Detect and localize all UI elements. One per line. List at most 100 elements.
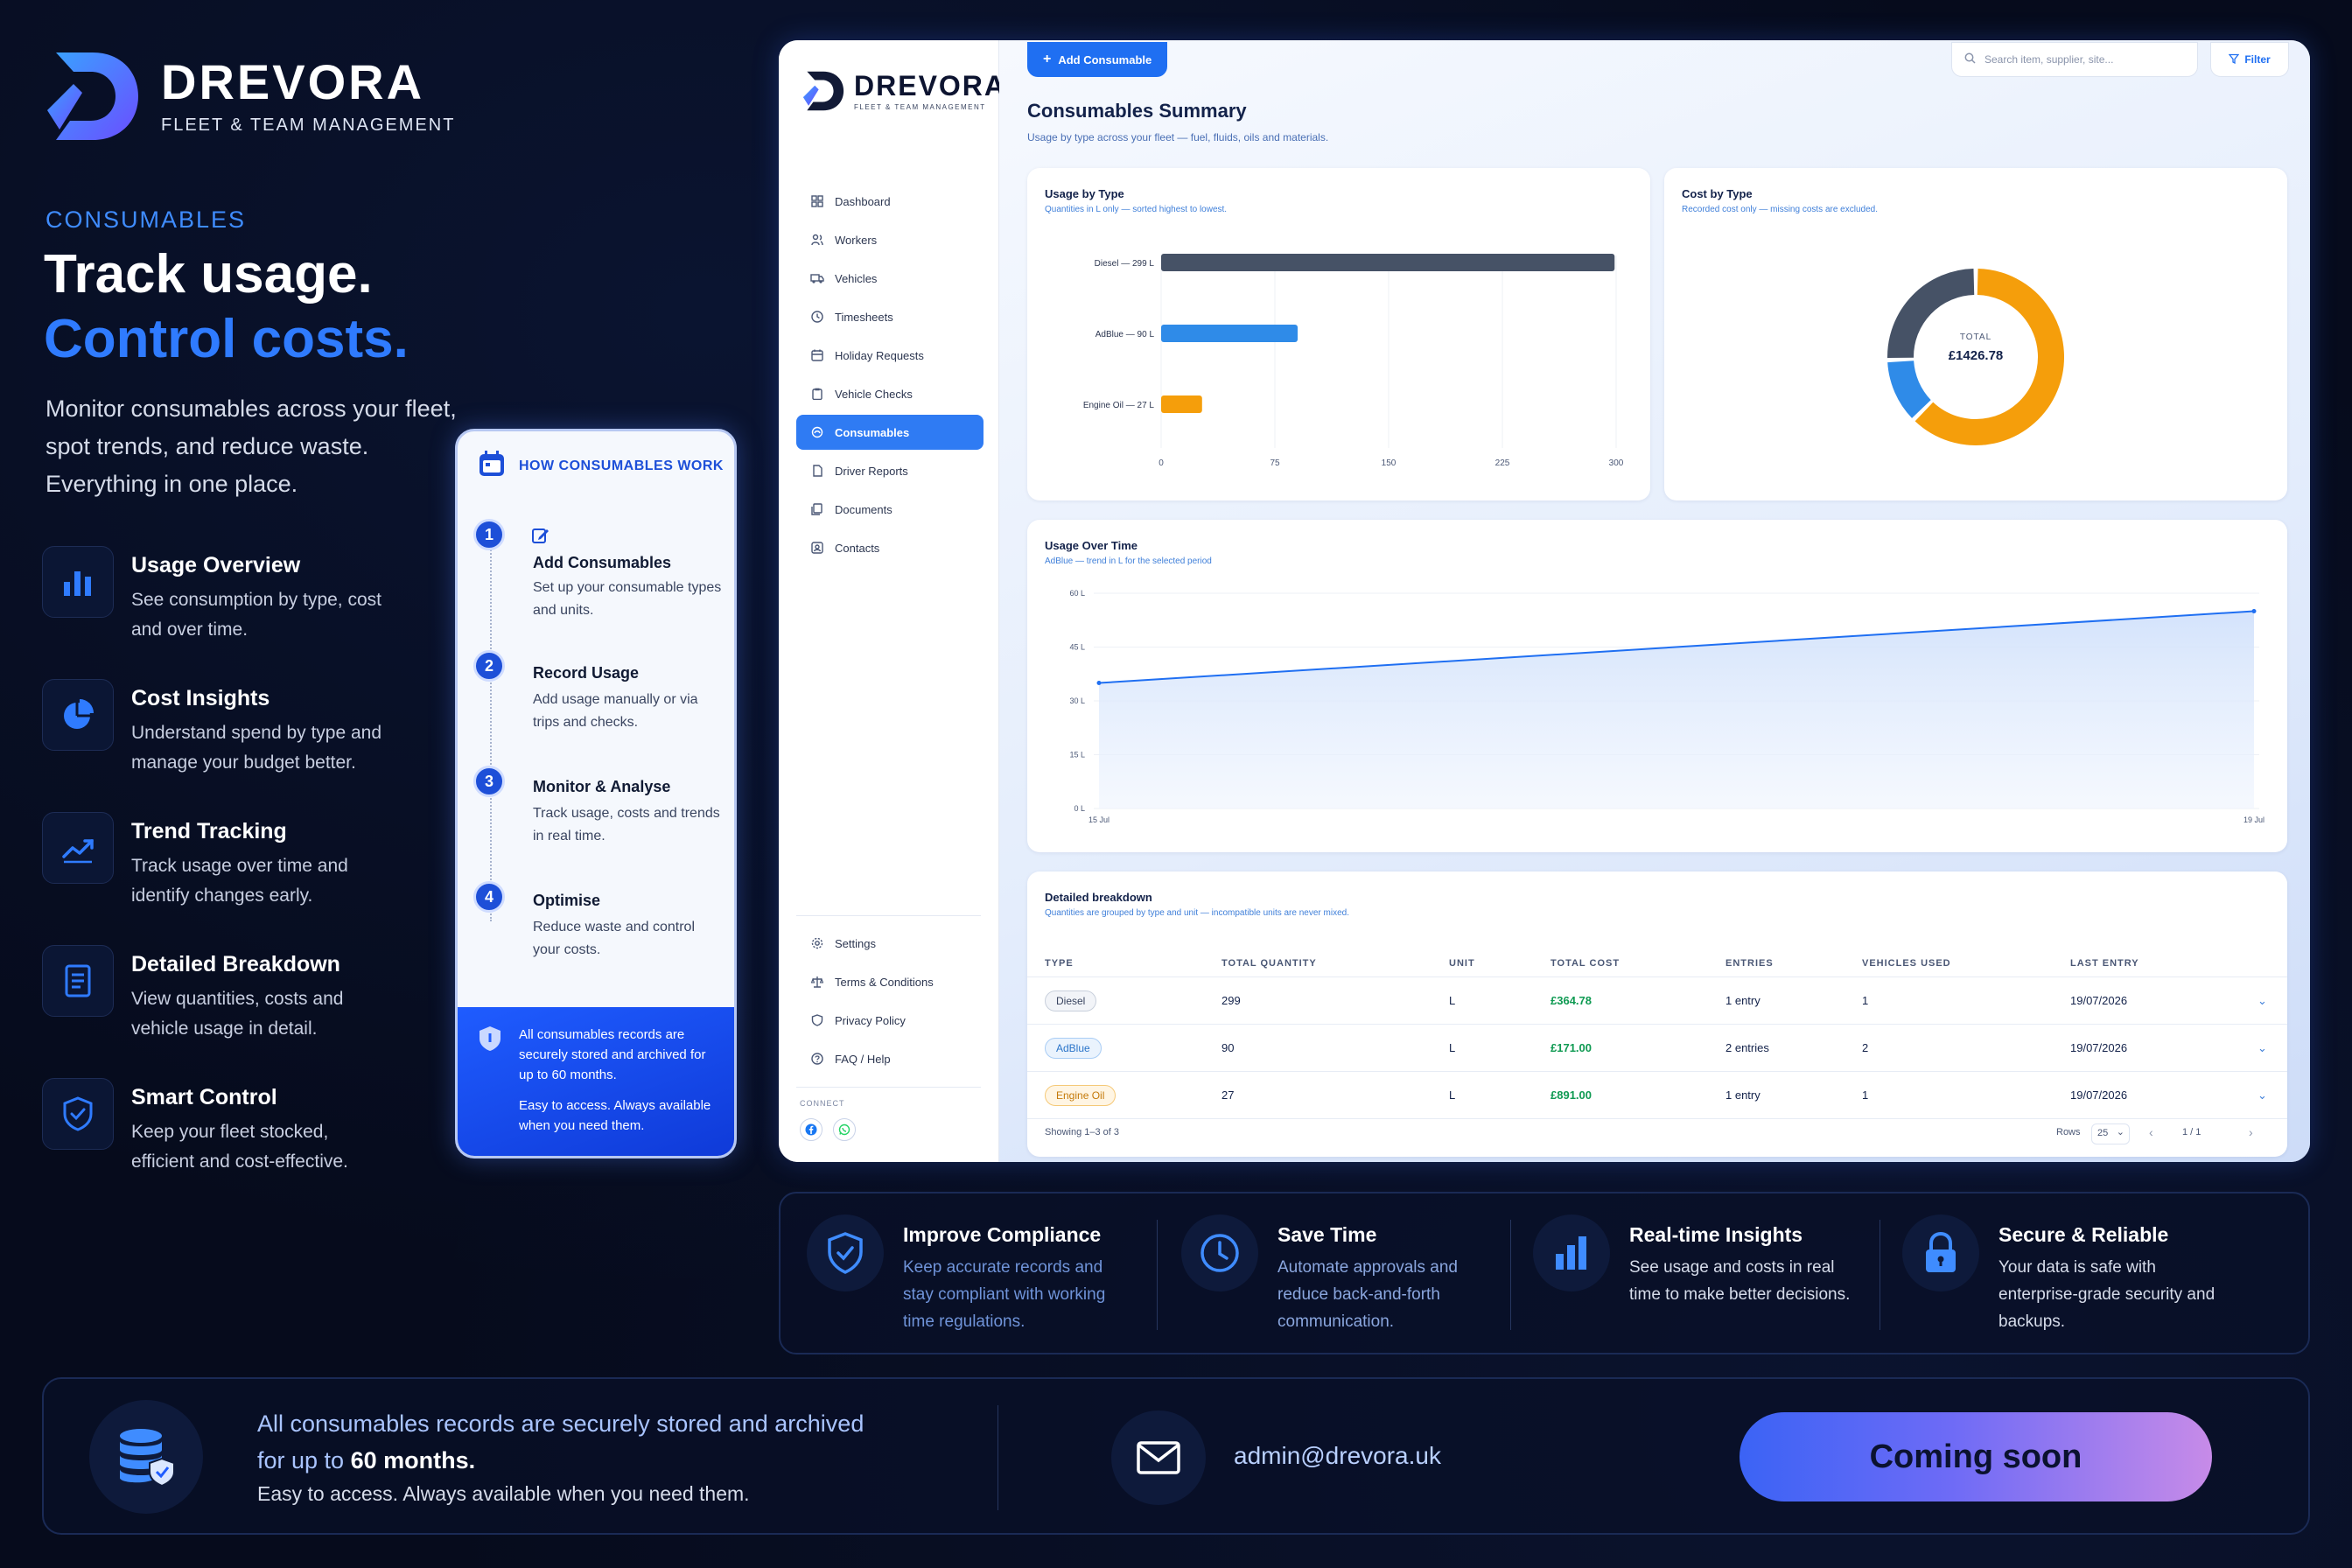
benefit-divider bbox=[1157, 1220, 1158, 1330]
sidebar-item-settings[interactable]: Settings bbox=[796, 926, 984, 961]
step-4: 4 Optimise Reduce waste and control your… bbox=[473, 881, 695, 957]
app-window: DREVORA FLEET & TEAM MANAGEMENT Dashboar… bbox=[779, 40, 2310, 1162]
sidebar-item-contacts[interactable]: Contacts bbox=[796, 530, 984, 565]
how-card-title: HOW CONSUMABLES WORK bbox=[519, 458, 724, 473]
sidebar: DREVORA FLEET & TEAM MANAGEMENT Dashboar… bbox=[779, 40, 1004, 1162]
clipboard-icon bbox=[810, 387, 824, 401]
bar-category-label: AdBlue — 90 L bbox=[1096, 330, 1155, 340]
donut-total-value: £1426.78 bbox=[1948, 348, 2004, 363]
step-3: 3 Monitor & Analyse Track usage, costs a… bbox=[473, 766, 720, 844]
search-input[interactable]: Search item, supplier, site... bbox=[1951, 42, 2198, 77]
step-number: 1 bbox=[473, 519, 505, 550]
whatsapp-icon[interactable] bbox=[833, 1118, 856, 1141]
feature-title: Cost Insights bbox=[131, 686, 270, 710]
col-header-type[interactable]: TYPE bbox=[1045, 950, 1074, 976]
how-consumables-work-card: HOW CONSUMABLES WORK 1 Add Consumables S… bbox=[455, 429, 737, 1158]
add-consumable-button[interactable]: + Add Consumable bbox=[1027, 42, 1168, 77]
benefit-title: Secure & Reliable bbox=[1998, 1223, 2169, 1246]
col-header-cost[interactable]: TOTAL COST bbox=[1550, 950, 1620, 976]
calendar-icon bbox=[477, 449, 507, 483]
sidebar-item-dashboard[interactable]: Dashboard bbox=[796, 184, 984, 219]
benefit-divider bbox=[1510, 1220, 1511, 1330]
cell-vehicles: 1 bbox=[1862, 1088, 1869, 1102]
sidebar-item-label: Timesheets bbox=[835, 310, 893, 324]
benefit-secure-reliable: Secure & Reliable Your data is safe with… bbox=[1902, 1214, 2226, 1335]
cell-cost: £364.78 bbox=[1550, 994, 1592, 1007]
step-1: 1 Add Consumables Set up your consumable… bbox=[473, 519, 721, 618]
chevron-down-icon[interactable]: ⌄ bbox=[2258, 977, 2267, 1025]
table-row[interactable]: AdBlue 90 L £171.00 2 entries 2 19/07/20… bbox=[1027, 1024, 2287, 1071]
table-row[interactable]: Diesel 299 L £364.78 1 entry 1 19/07/202… bbox=[1027, 976, 2287, 1024]
step-desc: Set up your consumable types and units. bbox=[533, 580, 722, 618]
table-row[interactable]: Engine Oil 27 L £891.00 1 entry 1 19/07/… bbox=[1027, 1071, 2287, 1118]
step-2: 2 Record Usage Add usage manually or via… bbox=[473, 650, 698, 730]
filter-label: Filter bbox=[2244, 53, 2271, 66]
rows-per-page-select[interactable]: 25 ⌄ bbox=[2091, 1124, 2130, 1144]
sidebar-item-workers[interactable]: Workers bbox=[796, 222, 984, 257]
sidebar-item-vehicle-checks[interactable]: Vehicle Checks bbox=[796, 376, 984, 411]
brand-tagline: FLEET & TEAM MANAGEMENT bbox=[161, 115, 456, 135]
sidebar-item-documents[interactable]: Documents bbox=[796, 492, 984, 527]
sidebar-item-label: FAQ / Help bbox=[835, 1052, 891, 1066]
search-icon bbox=[1964, 52, 1976, 66]
next-page-button[interactable]: › bbox=[2249, 1125, 2253, 1139]
sidebar-item-holiday-requests[interactable]: Holiday Requests bbox=[796, 338, 984, 373]
benefit-improve-compliance: Improve Compliance Keep accurate records… bbox=[807, 1214, 1130, 1335]
feature-desc: Track usage over time and identify chang… bbox=[131, 856, 348, 906]
add-consumable-label: Add Consumable bbox=[1058, 52, 1152, 66]
contact-email-link[interactable]: admin@drevora.uk bbox=[1234, 1442, 1441, 1470]
sidebar-item-faq[interactable]: FAQ / Help bbox=[796, 1041, 984, 1076]
cell-last-entry: 19/07/2026 bbox=[2070, 994, 2128, 1007]
folder-icon bbox=[810, 502, 824, 516]
cell-quantity: 90 bbox=[1222, 1041, 1235, 1054]
bar-2 bbox=[1161, 325, 1298, 342]
sidebar-item-privacy[interactable]: Privacy Policy bbox=[796, 1003, 984, 1038]
feature-title: Detailed Breakdown bbox=[131, 952, 340, 976]
hero-description: Monitor consumables across your fleet, s… bbox=[46, 396, 457, 497]
rows-label: Rows bbox=[2056, 1127, 2081, 1138]
col-header-vehicles[interactable]: VEHICLES USED bbox=[1862, 950, 1951, 976]
sidebar-item-label: Consumables bbox=[835, 425, 910, 439]
benefits-strip: Improve Compliance Keep accurate records… bbox=[779, 1192, 2310, 1354]
usage-over-time-chart: 60 L 45 L 30 L 15 L 0 L15 Jul 19 Jul bbox=[1069, 589, 2264, 824]
chevron-down-icon[interactable]: ⌄ bbox=[2258, 1072, 2267, 1119]
sidebar-item-driver-reports[interactable]: Driver Reports bbox=[796, 453, 984, 488]
coming-soon-button[interactable]: Coming soon bbox=[1740, 1412, 2212, 1502]
usage-over-time-card: Usage Over Time AdBlue — trend in L for … bbox=[1027, 520, 2287, 852]
cell-unit: L bbox=[1449, 1088, 1456, 1102]
sidebar-item-consumables[interactable]: Consumables bbox=[796, 415, 984, 450]
facebook-icon[interactable] bbox=[800, 1118, 822, 1141]
feature-title: Trend Tracking bbox=[131, 819, 287, 844]
sidebar-brand-tagline: FLEET & TEAM MANAGEMENT bbox=[854, 102, 986, 111]
step-desc: Add usage manually or via trips and chec… bbox=[533, 692, 698, 730]
filter-icon bbox=[2228, 53, 2240, 66]
brand-name: DREVORA bbox=[161, 53, 425, 109]
grid-icon bbox=[810, 194, 824, 208]
table-divider bbox=[1027, 1118, 2287, 1119]
cell-last-entry: 19/07/2026 bbox=[2070, 1088, 2128, 1102]
sidebar-item-terms[interactable]: Terms & Conditions bbox=[796, 964, 984, 999]
filter-button[interactable]: Filter bbox=[2210, 42, 2289, 77]
y-tick-label: 60 L bbox=[1069, 589, 1085, 598]
type-pill: Diesel bbox=[1045, 990, 1097, 1012]
sidebar-item-timesheets[interactable]: Timesheets bbox=[796, 299, 984, 334]
hero-heading-line1: Track usage. bbox=[44, 244, 373, 304]
col-header-unit[interactable]: UNIT bbox=[1449, 950, 1475, 976]
sidebar-divider bbox=[796, 915, 981, 916]
sidebar-item-label: Workers bbox=[835, 233, 878, 247]
usage-by-type-chart: 0 75 150 225 300 Diesel — 299 L AdBlue — 90 L E… bbox=[1083, 254, 1624, 468]
sidebar-logo[interactable]: DREVORA FLEET & TEAM MANAGEMENT bbox=[802, 70, 1006, 112]
cell-cost: £891.00 bbox=[1550, 1088, 1592, 1102]
col-header-last-entry[interactable]: LAST ENTRY bbox=[2070, 950, 2139, 976]
sidebar-item-vehicles[interactable]: Vehicles bbox=[796, 261, 984, 296]
col-header-quantity[interactable]: TOTAL QUANTITY bbox=[1222, 950, 1317, 976]
chevron-down-icon[interactable]: ⌄ bbox=[2258, 1025, 2267, 1072]
archive-notice: All consumables records are securely sto… bbox=[458, 1007, 734, 1156]
prev-page-button[interactable]: ‹ bbox=[2149, 1125, 2153, 1139]
feature-detailed-breakdown: Detailed Breakdown View quantities, cost… bbox=[42, 945, 394, 1044]
col-header-entries[interactable]: ENTRIES bbox=[1726, 950, 1774, 976]
feature-desc: Understand spend by type and manage your… bbox=[131, 723, 382, 773]
sidebar-item-label: Driver Reports bbox=[835, 464, 908, 478]
benefit-realtime-insights: Real-time Insights See usage and costs i… bbox=[1533, 1214, 1857, 1308]
x-tick-label: 150 bbox=[1382, 458, 1396, 468]
